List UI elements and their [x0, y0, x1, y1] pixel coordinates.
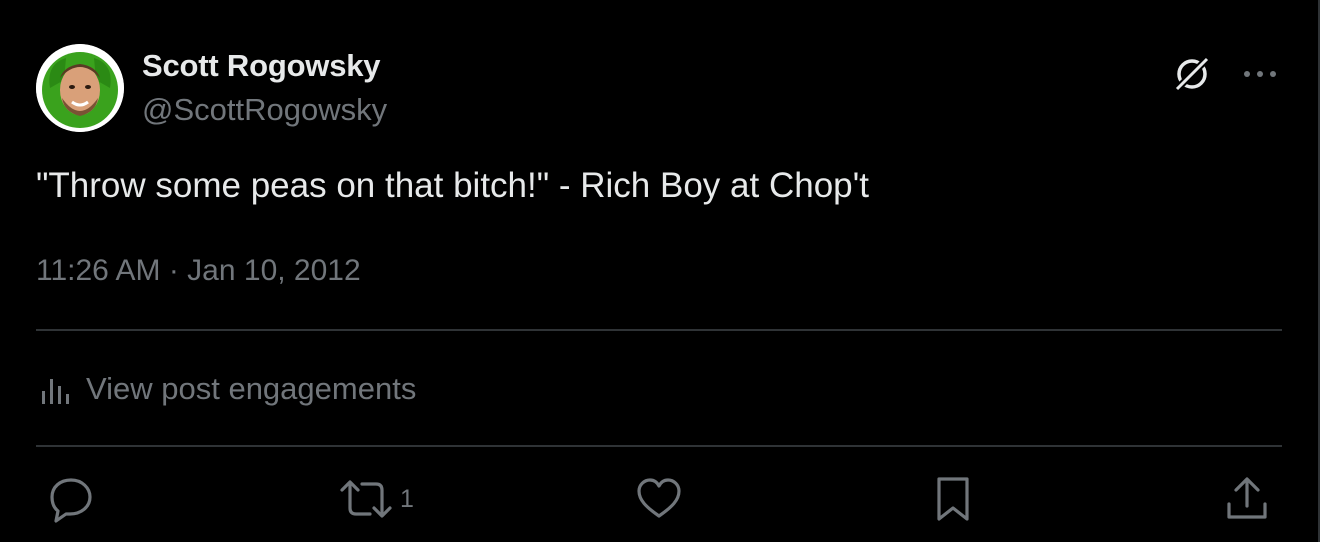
bookmark-icon [937, 477, 969, 521]
retweet-count: 1 [400, 484, 414, 513]
retweet-button[interactable]: 1 [336, 474, 414, 524]
reply-bubble-icon [50, 478, 92, 523]
more-dots-icon[interactable] [1240, 56, 1280, 92]
like-button[interactable] [634, 474, 684, 524]
reply-button[interactable] [44, 474, 96, 524]
divider [36, 329, 1282, 331]
author-handle[interactable]: @ScottRogowsky [142, 92, 387, 128]
tweet-card: Scott Rogowsky @ScottRogowsky "Throw som… [0, 0, 1320, 542]
bookmark-button[interactable] [930, 474, 976, 524]
share-upload-icon [1227, 477, 1267, 519]
author-display-name[interactable]: Scott Rogowsky [142, 48, 381, 84]
share-button[interactable] [1222, 474, 1272, 524]
divider [36, 445, 1282, 447]
heart-icon [637, 478, 681, 518]
retweet-icon [340, 480, 392, 518]
view-engagements-link[interactable]: View post engagements [36, 364, 416, 414]
grok-icon[interactable] [1170, 52, 1214, 96]
avatar[interactable] [36, 44, 124, 132]
engagements-label: View post engagements [86, 371, 417, 406]
tweet-text: "Throw some peas on that bitch!" - Rich … [36, 166, 870, 205]
avatar-image [36, 44, 124, 132]
tweet-timestamp[interactable]: 11:26 AM · Jan 10, 2012 [36, 254, 361, 288]
analytics-bars-icon [42, 379, 69, 404]
